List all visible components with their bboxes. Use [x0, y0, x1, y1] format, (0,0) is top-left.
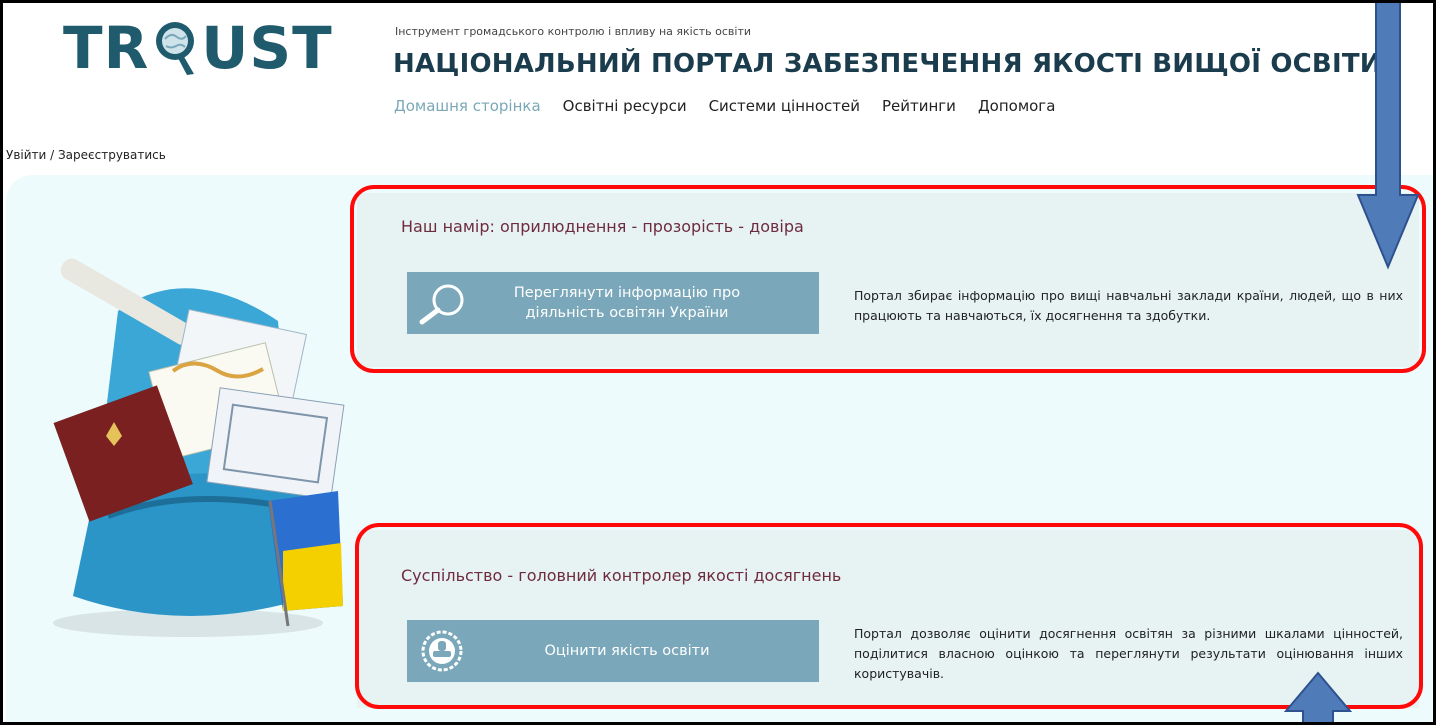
page-frame: TR UST Інструмент громадського контролю …	[3, 3, 1433, 722]
card-description: Портал дозволяє оцінити досягнення освіт…	[854, 626, 1403, 681]
tagline: Інструмент громадського контролю і вплив…	[395, 25, 752, 38]
rate-education-button[interactable]: Оцінити якість освіти	[407, 620, 819, 682]
auth-separator: /	[46, 148, 58, 162]
main-nav: Домашня сторінка Освітні ресурси Системи…	[394, 97, 1055, 115]
card-title: Наш намір: оприлюднення - прозорість - д…	[401, 217, 804, 236]
intent-card: Наш намір: оприлюднення - прозорість - д…	[357, 193, 1419, 367]
logo-text-left: TR	[63, 14, 150, 82]
nav-educational-resources[interactable]: Освітні ресурси	[563, 97, 687, 115]
society-card: Суспільство - головний контролер якості …	[357, 530, 1419, 708]
portal-title: НАЦІОНАЛЬНИЙ ПОРТАЛ ЗАБЕЗПЕЧЕННЯ ЯКОСТІ …	[393, 49, 1382, 79]
nav-help[interactable]: Допомога	[978, 97, 1055, 115]
card-description: Портал збирає інформацію про вищі навчал…	[854, 288, 1403, 323]
trust-logo[interactable]: TR UST	[63, 17, 333, 79]
view-info-label: Переглянути інформацію про діяльність ос…	[513, 285, 741, 321]
nav-value-systems[interactable]: Системи цінностей	[709, 97, 860, 115]
globe-magnifier-icon	[156, 22, 195, 75]
nav-ratings[interactable]: Рейтинги	[882, 97, 956, 115]
register-link[interactable]: Зареєструватись	[58, 148, 166, 162]
nav-home[interactable]: Домашня сторінка	[394, 97, 541, 115]
logo-text-right: UST	[201, 14, 333, 82]
backpack-diplomas-illustration	[53, 258, 345, 637]
rate-education-label: Оцінити якість освіти	[544, 643, 710, 659]
view-info-button[interactable]: Переглянути інформацію про діяльність ос…	[407, 272, 819, 334]
login-link[interactable]: Увійти	[6, 148, 46, 162]
card-title: Суспільство - головний контролер якості …	[401, 566, 842, 585]
stamp-icon	[421, 630, 463, 672]
magnifier-icon	[419, 284, 464, 325]
auth-links: Увійти / Зареєструватись	[6, 148, 166, 162]
